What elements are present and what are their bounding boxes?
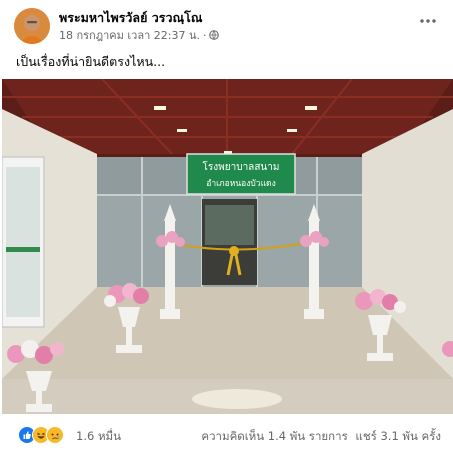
post-timestamp[interactable]: 18 กรกฎาคม เวลา 22:37 น. bbox=[59, 26, 200, 44]
post-caption: เป็นเรื่องที่น่ายินดีตรงไหน... bbox=[16, 54, 166, 69]
sign-line-1: โรงพยาบาลสนาม bbox=[203, 160, 280, 173]
post-photo[interactable]: โรงพยาบาลสนาม อำเภอหนองบัวแดง bbox=[2, 79, 453, 414]
post-meta: 18 กรกฎาคม เวลา 22:37 น. · bbox=[59, 26, 220, 44]
more-dots-icon bbox=[420, 19, 436, 23]
author-name[interactable]: พระมหาไพรวัลย์ วรวณฺโณ bbox=[59, 8, 202, 28]
more-options-button[interactable] bbox=[417, 10, 439, 32]
reaction-icons[interactable] bbox=[18, 426, 64, 444]
facebook-post-card: พระมหาไพรวัลย์ วรวณฺโณ 18 กรกฎาคม เวลา 2… bbox=[0, 0, 453, 451]
sad-icon bbox=[46, 426, 64, 444]
reaction-count[interactable]: 1.6 หมื่น bbox=[76, 428, 121, 446]
post-stats: ความคิดเห็น 1.4 พัน รายการ แชร์ 3.1 พัน … bbox=[197, 428, 441, 446]
globe-icon bbox=[209, 30, 220, 40]
shares-count[interactable]: แชร์ 3.1 พัน ครั้ง bbox=[355, 429, 441, 443]
comments-count[interactable]: ความคิดเห็น 1.4 พัน รายการ bbox=[201, 429, 347, 443]
author-avatar[interactable] bbox=[14, 8, 50, 44]
sign-line-2: อำเภอหนองบัวแดง bbox=[206, 179, 275, 189]
